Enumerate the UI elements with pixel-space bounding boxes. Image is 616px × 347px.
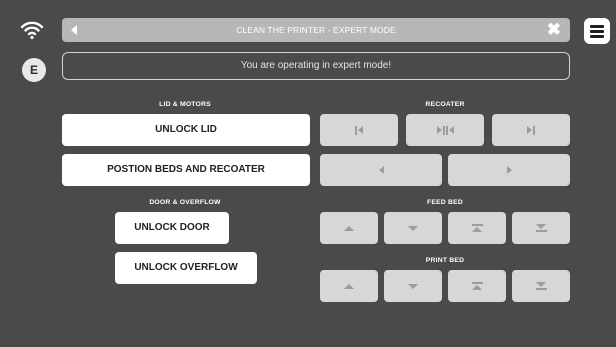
move-to-bottom-icon <box>535 224 547 232</box>
page-title: CLEAN THE PRINTER - EXPERT MODE <box>236 25 396 35</box>
center-icon <box>436 125 454 135</box>
arrow-down-icon <box>408 225 418 231</box>
print-bed-down-button[interactable] <box>384 270 442 302</box>
recoater-move-to-start-button[interactable] <box>320 114 398 146</box>
back-arrow-icon[interactable] <box>71 25 77 35</box>
header-bar: CLEAN THE PRINTER - EXPERT MODE ✖ <box>62 18 570 42</box>
recoater-center-button[interactable] <box>406 114 484 146</box>
arrow-right-icon <box>506 166 512 174</box>
section-label-feed-bed: FEED BED <box>427 199 463 206</box>
expert-mode-badge: E <box>22 58 46 82</box>
hamburger-menu-icon-line <box>590 29 604 33</box>
skip-end-icon <box>527 125 535 135</box>
print-bed-up-button[interactable] <box>320 270 378 302</box>
feed-bed-up-button[interactable] <box>320 212 378 244</box>
unlock-lid-button[interactable]: UNLOCK LID <box>62 114 310 146</box>
wifi-icon <box>20 21 44 40</box>
unlock-door-button[interactable]: UNLOCK DOOR <box>115 212 229 244</box>
skip-start-icon <box>355 125 363 135</box>
move-to-top-icon <box>471 282 483 290</box>
section-label-print-bed: PRINT BED <box>425 257 465 264</box>
position-beds-recoater-button[interactable]: POSTION BEDS AND RECOATER <box>62 154 310 186</box>
feed-bed-down-button[interactable] <box>384 212 442 244</box>
section-label-door-overflow: DOOR & OVERFLOW <box>149 199 221 206</box>
move-to-bottom-icon <box>535 282 547 290</box>
feed-bed-bottom-button[interactable] <box>512 212 570 244</box>
recoater-move-right-button[interactable] <box>448 154 570 186</box>
expert-mode-notice: You are operating in expert mode! <box>62 52 570 80</box>
arrow-up-icon <box>344 283 354 289</box>
arrow-left-icon <box>378 166 384 174</box>
hamburger-menu-icon <box>590 24 604 28</box>
hamburger-menu-icon-line <box>590 34 604 38</box>
arrow-down-icon <box>408 283 418 289</box>
move-to-top-icon <box>471 224 483 232</box>
close-icon[interactable]: ✖ <box>547 20 561 40</box>
menu-button[interactable] <box>584 18 610 44</box>
print-bed-top-button[interactable] <box>448 270 506 302</box>
section-label-lid-motors: LID & MOTORS <box>159 101 211 108</box>
recoater-move-to-end-button[interactable] <box>492 114 570 146</box>
print-bed-bottom-button[interactable] <box>512 270 570 302</box>
recoater-move-left-button[interactable] <box>320 154 442 186</box>
arrow-up-icon <box>344 225 354 231</box>
unlock-overflow-button[interactable]: UNLOCK OVERFLOW <box>115 252 257 284</box>
section-label-recoater: RECOATER <box>425 101 465 108</box>
feed-bed-top-button[interactable] <box>448 212 506 244</box>
